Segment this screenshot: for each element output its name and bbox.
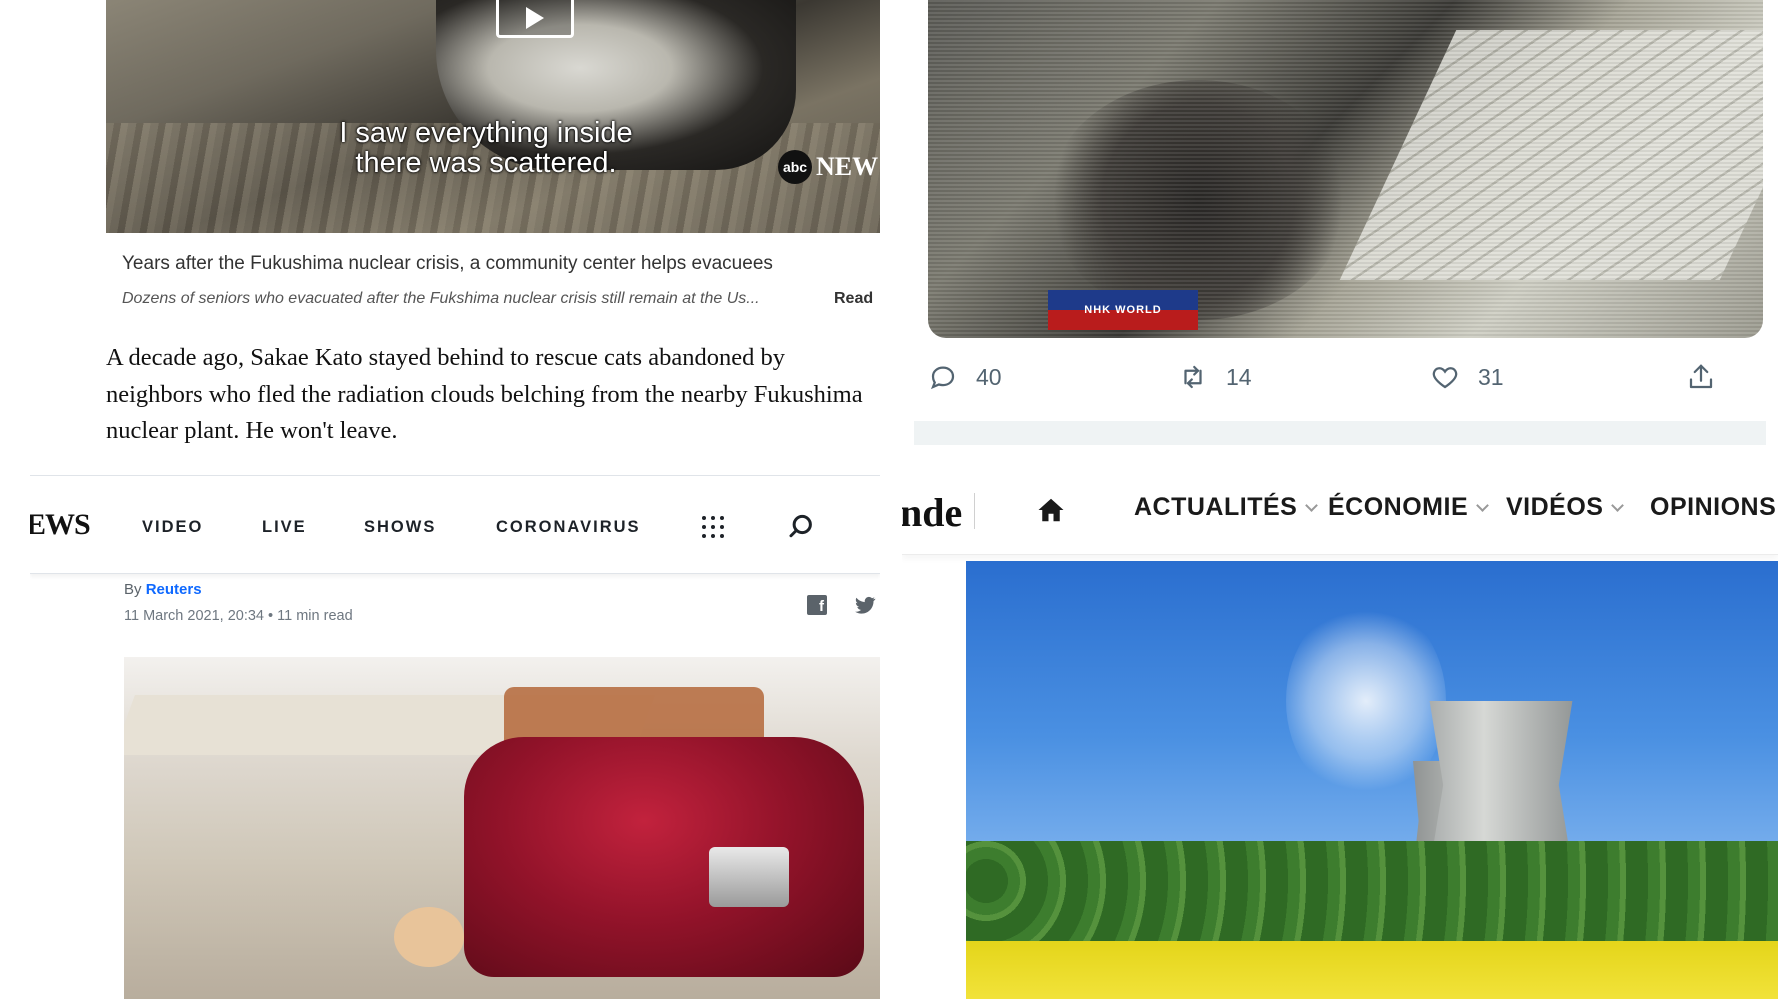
article-meta: 11 March 2021, 20:34 • 11 min read (124, 608, 353, 624)
nav-item-coronavirus[interactable]: CORONAVIRUS (496, 518, 641, 537)
play-icon (526, 7, 544, 29)
site-navbar: EWS VIDEO LIVE SHOWS CORONAVIRUS (30, 475, 880, 574)
video-scanlines (928, 0, 1763, 338)
read-more-link[interactable]: Read (834, 290, 873, 308)
nav-label: ÉCONOMIE (1328, 493, 1469, 521)
site-logo[interactable]: nde (902, 489, 962, 536)
like-count: 31 (1478, 363, 1504, 390)
abc-news-logo: abc NEW (778, 150, 878, 184)
share-button[interactable] (1686, 362, 1716, 392)
reply-count: 40 (976, 363, 1002, 390)
chevron-down-icon (1611, 498, 1625, 512)
photo-bag-clasp (709, 847, 789, 907)
photo-keychain (394, 907, 464, 967)
tweet-panel: NHK WORLD 40 14 31 (902, 0, 1778, 445)
site-logo[interactable]: EWS (30, 508, 91, 542)
chevron-down-icon (1305, 498, 1319, 512)
nav-item-opinions[interactable]: OPINIONS (1650, 493, 1776, 522)
article-photo (124, 657, 880, 999)
video-title[interactable]: Years after the Fukushima nuclear crisis… (122, 253, 773, 275)
share-icon (1689, 364, 1713, 389)
reply-button[interactable]: 40 (928, 362, 1002, 392)
yahoo-news-panel: EWS VIDEO LIVE SHOWS CORONAVIRUS By Reut… (30, 475, 880, 999)
nav-label: VIDÉOS (1506, 493, 1604, 521)
video-description: Dozens of seniors who evacuated after th… (122, 290, 760, 307)
photo-school-bag (464, 737, 864, 977)
chevron-down-icon (1476, 498, 1489, 512)
nav-item-shows[interactable]: SHOWS (364, 518, 436, 537)
broadcaster-badge: NHK WORLD (1048, 290, 1198, 330)
video-subtitle: I saw everything inside there was scatte… (306, 118, 666, 178)
nav-item-actualites[interactable]: ACTUALITÉS (1134, 493, 1319, 522)
home-icon[interactable] (1036, 495, 1066, 525)
apps-grid-icon[interactable] (702, 516, 724, 538)
author-link[interactable]: Reuters (146, 581, 202, 598)
nav-item-live[interactable]: LIVE (262, 518, 307, 537)
meta-separator: • (268, 608, 278, 624)
tweet-video[interactable]: NHK WORLD (928, 0, 1763, 338)
abc-news-panel: I saw everything inside there was scatte… (0, 0, 890, 475)
like-icon (1432, 367, 1458, 389)
site-navbar: nde ACTUALITÉS ÉCONOMIE VIDÉOS OPINIONS (902, 445, 1778, 555)
read-time: 11 min read (277, 608, 353, 624)
publish-date: 11 March 2021, 20:34 (124, 608, 264, 624)
retweet-count: 14 (1226, 363, 1252, 390)
reply-icon (930, 366, 955, 390)
like-button[interactable]: 31 (1430, 362, 1504, 392)
photo-trees (966, 841, 1778, 941)
le-monde-panel: nde ACTUALITÉS ÉCONOMIE VIDÉOS OPINIONS (902, 445, 1778, 999)
nav-label: OPINIONS (1650, 493, 1777, 521)
nav-item-economie[interactable]: ÉCONOMIE (1328, 493, 1489, 522)
play-button[interactable] (496, 0, 574, 38)
tweet-action-bar: 40 14 31 (928, 362, 1768, 402)
nav-label: ACTUALITÉS (1134, 493, 1298, 521)
video-player[interactable]: I saw everything inside there was scatte… (106, 0, 880, 233)
article-lead-paragraph: A decade ago, Sakae Kato stayed behind t… (106, 344, 863, 444)
byline-label: By (124, 581, 142, 598)
abc-logo-text: NEW (816, 152, 879, 181)
byline: By Reuters (124, 581, 202, 598)
video-subtitle-line2: there was scattered. (355, 147, 617, 179)
twitter-icon[interactable] (853, 593, 877, 617)
timeline-divider (914, 421, 1766, 445)
search-icon[interactable] (786, 512, 816, 542)
nav-separator (974, 493, 975, 529)
retweet-button[interactable]: 14 (1178, 362, 1252, 392)
photo-rapeseed-field (966, 941, 1778, 999)
facebook-icon[interactable]: f (807, 595, 827, 615)
video-subtitle-line1: I saw everything inside (339, 117, 633, 149)
nav-item-videos[interactable]: VIDÉOS (1506, 493, 1625, 522)
abc-logo-circle: abc (778, 150, 812, 184)
retweet-icon (1184, 365, 1202, 389)
article-photo (966, 561, 1778, 999)
nav-item-video[interactable]: VIDEO (142, 518, 203, 537)
